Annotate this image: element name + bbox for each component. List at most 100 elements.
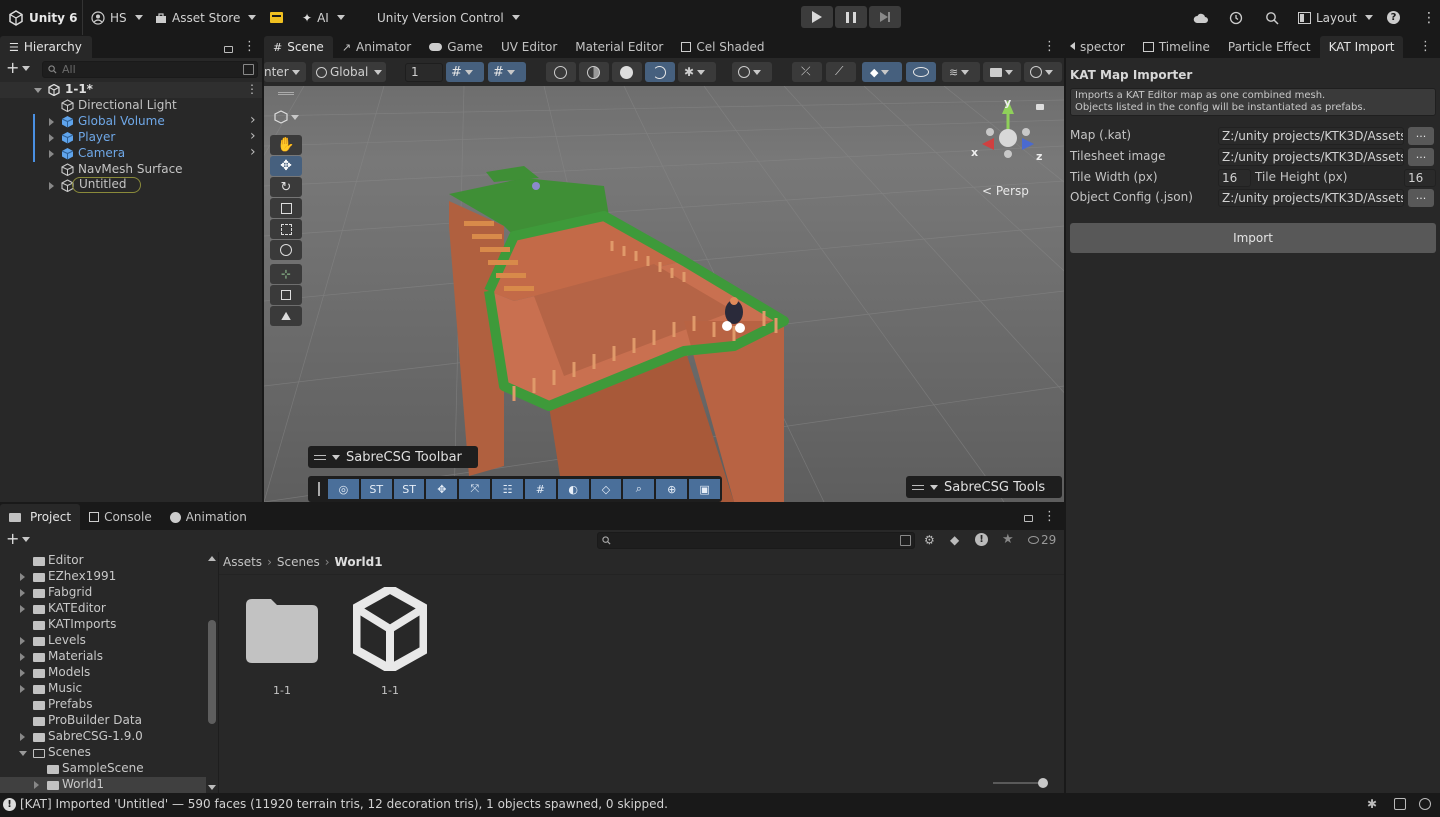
audio-toggle[interactable]: ⟋	[826, 62, 856, 82]
lock-icon[interactable]	[1024, 515, 1033, 522]
copy-tool-button[interactable]	[270, 285, 302, 305]
tile-height-field[interactable]: 16	[1404, 169, 1436, 187]
tilesheet-browse-button[interactable]: ...	[1408, 148, 1434, 166]
progress-icon[interactable]	[1419, 798, 1431, 810]
rect-tool-button[interactable]	[270, 219, 302, 239]
tab-particle-effect[interactable]: Particle Effect	[1219, 36, 1320, 58]
tile-width-field[interactable]: 16	[1218, 169, 1251, 187]
hierarchy-item-camera[interactable]: Camera ›	[0, 144, 262, 162]
search-filter-icon[interactable]	[243, 64, 254, 75]
folder-item-scenes[interactable]: Scenes	[0, 745, 206, 761]
favorite-star-icon[interactable]: ★	[1002, 532, 1014, 547]
more-vertical-icon[interactable]: ⋮	[246, 82, 258, 96]
folder-tree-scrollbar[interactable]	[206, 552, 218, 793]
project-search-input[interactable]	[597, 532, 915, 549]
folder-item-materials[interactable]: Materials	[0, 649, 206, 665]
folder-item-probuilder-data[interactable]: ProBuilder Data	[0, 713, 206, 729]
more-vertical-icon[interactable]: ⋮	[243, 39, 256, 54]
folder-item-editor[interactable]: Editor	[0, 553, 206, 569]
more-vertical-icon[interactable]: ⋮	[1043, 39, 1056, 54]
chevron-right-icon[interactable]	[20, 573, 25, 581]
unity-menu[interactable]: Unity 6	[8, 0, 78, 35]
hand-tool-button[interactable]: ✋	[270, 135, 302, 155]
chevron-right-icon[interactable]	[20, 669, 25, 677]
scroll-down-icon[interactable]	[208, 785, 216, 790]
hierarchy-item-player[interactable]: Player ›	[0, 128, 262, 146]
scene-row[interactable]: 1-1* ⋮	[0, 82, 262, 98]
tab-inspector[interactable]: spector	[1066, 36, 1134, 58]
account-dropdown[interactable]: HS	[82, 0, 143, 35]
cloud-button[interactable]	[1193, 0, 1209, 35]
search-filter-icon[interactable]	[900, 535, 911, 546]
navmesh-tool-button[interactable]: ⛰	[270, 306, 302, 326]
chevron-right-icon[interactable]	[20, 637, 25, 645]
lock-icon[interactable]	[224, 46, 233, 53]
import-button[interactable]: Import	[1070, 223, 1436, 253]
chevron-left-icon[interactable]	[1070, 42, 1075, 50]
tab-uv-editor[interactable]: UV Editor	[492, 36, 566, 58]
more-menu-button[interactable]: ⋮	[1422, 0, 1436, 35]
sabre-clip-button[interactable]: ⤧	[459, 479, 491, 499]
snap-increment-input[interactable]: 1	[405, 63, 443, 82]
chevron-right-icon[interactable]	[20, 653, 25, 661]
scale-tool-button[interactable]	[270, 198, 302, 218]
hidden-packages-toggle[interactable]: 29	[1028, 533, 1056, 547]
help-button[interactable]: ?	[1387, 0, 1400, 35]
hierarchy-item-global-volume[interactable]: Global Volume ›	[0, 112, 262, 130]
debug-draw-dropdown[interactable]: ✱	[678, 62, 716, 82]
sabre-grid-button[interactable]: #	[524, 479, 556, 499]
sabre-vertex-button[interactable]: ◇	[590, 479, 622, 499]
tab-kat-import[interactable]: KAT Import	[1319, 36, 1404, 58]
view-tool-dropdown[interactable]	[274, 110, 299, 124]
scrollbar-thumb[interactable]	[208, 620, 216, 724]
shaded-wireframe-button[interactable]	[579, 62, 609, 82]
chevron-right-icon[interactable]: ›	[250, 128, 256, 144]
slider-thumb[interactable]	[1038, 778, 1048, 788]
unlit-button[interactable]	[645, 62, 675, 82]
pivot-dropdown[interactable]: nter	[264, 62, 306, 82]
chevron-right-icon[interactable]	[49, 182, 54, 190]
chevron-right-icon[interactable]	[34, 781, 39, 789]
hierarchy-item-navmesh-surface[interactable]: NavMesh Surface	[0, 162, 262, 178]
sabre-move-button[interactable]: ✥	[426, 479, 458, 499]
custom-tool-button[interactable]: ⊹	[270, 264, 302, 284]
folder-item-fabgrid[interactable]: Fabgrid	[0, 585, 206, 601]
folder-item-prefabs[interactable]: Prefabs	[0, 697, 206, 713]
folder-item-music[interactable]: Music	[0, 681, 206, 697]
tab-hierarchy[interactable]: ☰ Hierarchy	[0, 36, 92, 58]
gizmos-dropdown[interactable]	[1024, 62, 1062, 82]
sabre-st-button-2[interactable]: ST	[393, 479, 425, 499]
sabre-align-button[interactable]: ☷	[492, 479, 523, 499]
chevron-right-icon[interactable]	[20, 685, 25, 693]
rotate-tool-button[interactable]: ↻	[270, 177, 302, 197]
play-button[interactable]	[801, 6, 833, 28]
tab-material-editor[interactable]: Material Editor	[566, 36, 672, 58]
camera-dropdown[interactable]	[983, 62, 1021, 82]
wireframe-button[interactable]	[546, 62, 576, 82]
scroll-up-icon[interactable]	[208, 556, 216, 561]
chevron-right-icon[interactable]	[20, 589, 25, 597]
chevron-right-icon[interactable]	[49, 134, 54, 142]
tab-scene[interactable]: # Scene	[264, 36, 333, 58]
chevron-down-icon[interactable]	[34, 88, 42, 93]
sabre-pivot-button[interactable]: ⊕	[656, 479, 688, 499]
chevron-right-icon[interactable]	[20, 733, 25, 741]
sabre-search-button[interactable]: ⌕	[623, 479, 655, 499]
asset-folder-1-1[interactable]: 1-1	[245, 595, 319, 697]
chevron-down-icon[interactable]	[19, 751, 27, 756]
sabre-tools-header[interactable]: SabreCSG Tools	[906, 476, 1062, 498]
chevron-right-icon[interactable]: ›	[250, 144, 256, 160]
folder-item-models[interactable]: Models	[0, 665, 206, 681]
layers-dropdown[interactable]: ◆	[862, 62, 902, 82]
status-message[interactable]: [KAT] Imported 'Untitled' — 590 faces (1…	[20, 797, 668, 811]
asset-scene-1-1[interactable]: 1-1	[351, 584, 429, 697]
shaded-button[interactable]	[612, 62, 642, 82]
notification-button[interactable]	[270, 0, 283, 35]
folder-item-katimports[interactable]: KATImports	[0, 617, 206, 633]
warning-filter-icon[interactable]: !	[975, 533, 988, 546]
more-vertical-icon[interactable]: ⋮	[1419, 39, 1432, 54]
chevron-right-icon[interactable]: ›	[250, 112, 256, 128]
visibility-toggle[interactable]	[906, 62, 936, 82]
transform-tool-button[interactable]	[270, 240, 302, 260]
folder-item-sabrecsg-1-9-0[interactable]: SabreCSG-1.9.0	[0, 729, 206, 745]
